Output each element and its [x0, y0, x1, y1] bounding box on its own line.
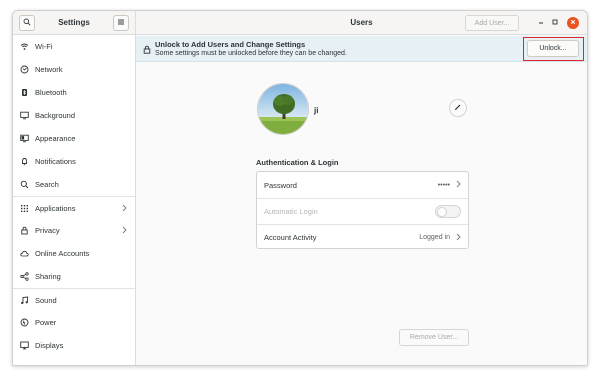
infobar-title: Unlock to Add Users and Change Settings	[155, 40, 306, 49]
sidebar-item-label: Bluetooth	[35, 88, 67, 97]
edit-username-button[interactable]	[449, 99, 467, 117]
appearance-icon	[20, 134, 29, 143]
minimize-button[interactable]	[535, 17, 547, 29]
chevron-right-icon	[456, 233, 461, 243]
sidebar-item-label: Appearance	[35, 134, 76, 143]
bluetooth-icon	[20, 88, 29, 97]
page-title: Users	[350, 18, 373, 27]
sidebar-item-sharing[interactable]: Sharing	[13, 265, 135, 288]
settings-window: Settings Wi-Fi Network Bluetooth Backgro…	[12, 10, 588, 366]
sidebar-item-privacy[interactable]: Privacy	[13, 219, 135, 242]
grid-icon	[20, 204, 29, 213]
automatic-login-row: Automatic Login	[257, 198, 468, 224]
sidebar-item-label: Online Accounts	[35, 249, 90, 258]
row-value: •••••	[437, 181, 450, 189]
user-name[interactable]: ji	[314, 106, 318, 115]
sidebar-title: Settings	[58, 18, 90, 27]
infobar-subtitle: Some settings must be unlocked before th…	[155, 50, 347, 57]
sidebar-item-label: Privacy	[35, 226, 60, 235]
sidebar-item-bluetooth[interactable]: Bluetooth	[13, 81, 135, 104]
maximize-icon	[551, 18, 559, 28]
unlock-button[interactable]: Unlock...	[527, 40, 579, 57]
sidebar-item-label: Applications	[35, 203, 76, 213]
network-icon	[20, 65, 29, 74]
lock-icon	[143, 45, 151, 56]
chevron-right-icon	[456, 180, 461, 190]
sidebar: Settings Wi-Fi Network Bluetooth Backgro…	[13, 11, 136, 365]
sidebar-item-label: Sound	[35, 295, 57, 305]
auth-login-list: Password ••••• Automatic Login Account A…	[256, 171, 469, 249]
unlock-highlight: Unlock...	[523, 37, 584, 61]
sidebar-item-label: Network	[35, 65, 63, 74]
close-icon	[569, 18, 577, 28]
power-icon	[20, 318, 29, 327]
row-label: Automatic Login	[264, 207, 318, 216]
sidebar-item-label: Search	[35, 180, 59, 189]
account-activity-row[interactable]: Account Activity Logged in	[257, 224, 468, 250]
share-icon	[20, 272, 29, 281]
sidebar-item-sound[interactable]: Sound	[13, 288, 135, 311]
header-bar: Users Add User...	[136, 11, 587, 35]
sidebar-item-label: Wi-Fi	[35, 42, 53, 51]
remove-user-button[interactable]: Remove User...	[399, 329, 469, 346]
sidebar-item-appearance[interactable]: Appearance	[13, 127, 135, 150]
section-title: Authentication & Login	[256, 158, 339, 167]
row-value: Logged in	[419, 234, 450, 241]
wifi-icon	[20, 42, 29, 51]
sidebar-item-power[interactable]: Power	[13, 311, 135, 334]
display-icon	[20, 341, 29, 350]
row-label: Password	[264, 180, 297, 190]
sidebar-item-online-accounts[interactable]: Online Accounts	[13, 242, 135, 265]
sidebar-header: Settings	[13, 11, 135, 35]
sidebar-item-notifications[interactable]: Notifications	[13, 150, 135, 173]
sidebar-item-displays[interactable]: Displays	[13, 334, 135, 357]
add-user-button[interactable]: Add User...	[465, 15, 519, 31]
password-row[interactable]: Password •••••	[257, 172, 468, 198]
bell-icon	[20, 157, 29, 166]
automatic-login-toggle[interactable]	[435, 205, 461, 218]
toggle-knob	[437, 207, 447, 217]
lock-icon	[20, 226, 29, 235]
sidebar-item-label: Power	[35, 318, 57, 327]
chevron-right-icon	[122, 226, 127, 236]
avatar[interactable]	[257, 83, 309, 135]
hamburger-menu-icon	[117, 18, 125, 28]
sidebar-item-label: Sharing	[35, 272, 61, 281]
sidebar-item-wifi[interactable]: Wi-Fi	[13, 35, 135, 58]
row-label: Account Activity	[264, 233, 317, 242]
account-activity-value: Logged in	[419, 233, 461, 243]
sidebar-item-network[interactable]: Network	[13, 58, 135, 81]
menu-button[interactable]	[113, 14, 129, 31]
sidebar-list: Wi-Fi Network Bluetooth Background Appea…	[13, 35, 135, 357]
password-value: •••••	[438, 180, 461, 190]
pencil-icon	[454, 103, 462, 113]
sidebar-item-label: Displays	[35, 341, 64, 350]
sidebar-item-label: Notifications	[35, 157, 76, 166]
sidebar-item-label: Background	[35, 111, 76, 120]
sidebar-item-applications[interactable]: Applications	[13, 196, 135, 219]
sidebar-item-search[interactable]: Search	[13, 173, 135, 196]
search-icon	[20, 180, 29, 189]
background-icon	[20, 111, 29, 120]
search-button[interactable]	[19, 14, 35, 31]
unlock-infobar: Unlock to Add Users and Change Settings …	[136, 36, 587, 62]
minimize-icon	[537, 18, 545, 28]
close-button[interactable]	[567, 17, 579, 29]
music-note-icon	[20, 295, 29, 305]
cloud-icon	[20, 249, 29, 258]
search-icon	[23, 18, 31, 28]
maximize-button[interactable]	[549, 17, 561, 29]
users-panel: Users Add User... Unlock to Add Users an…	[136, 11, 587, 365]
chevron-right-icon	[122, 204, 127, 214]
sidebar-item-background[interactable]: Background	[13, 104, 135, 127]
